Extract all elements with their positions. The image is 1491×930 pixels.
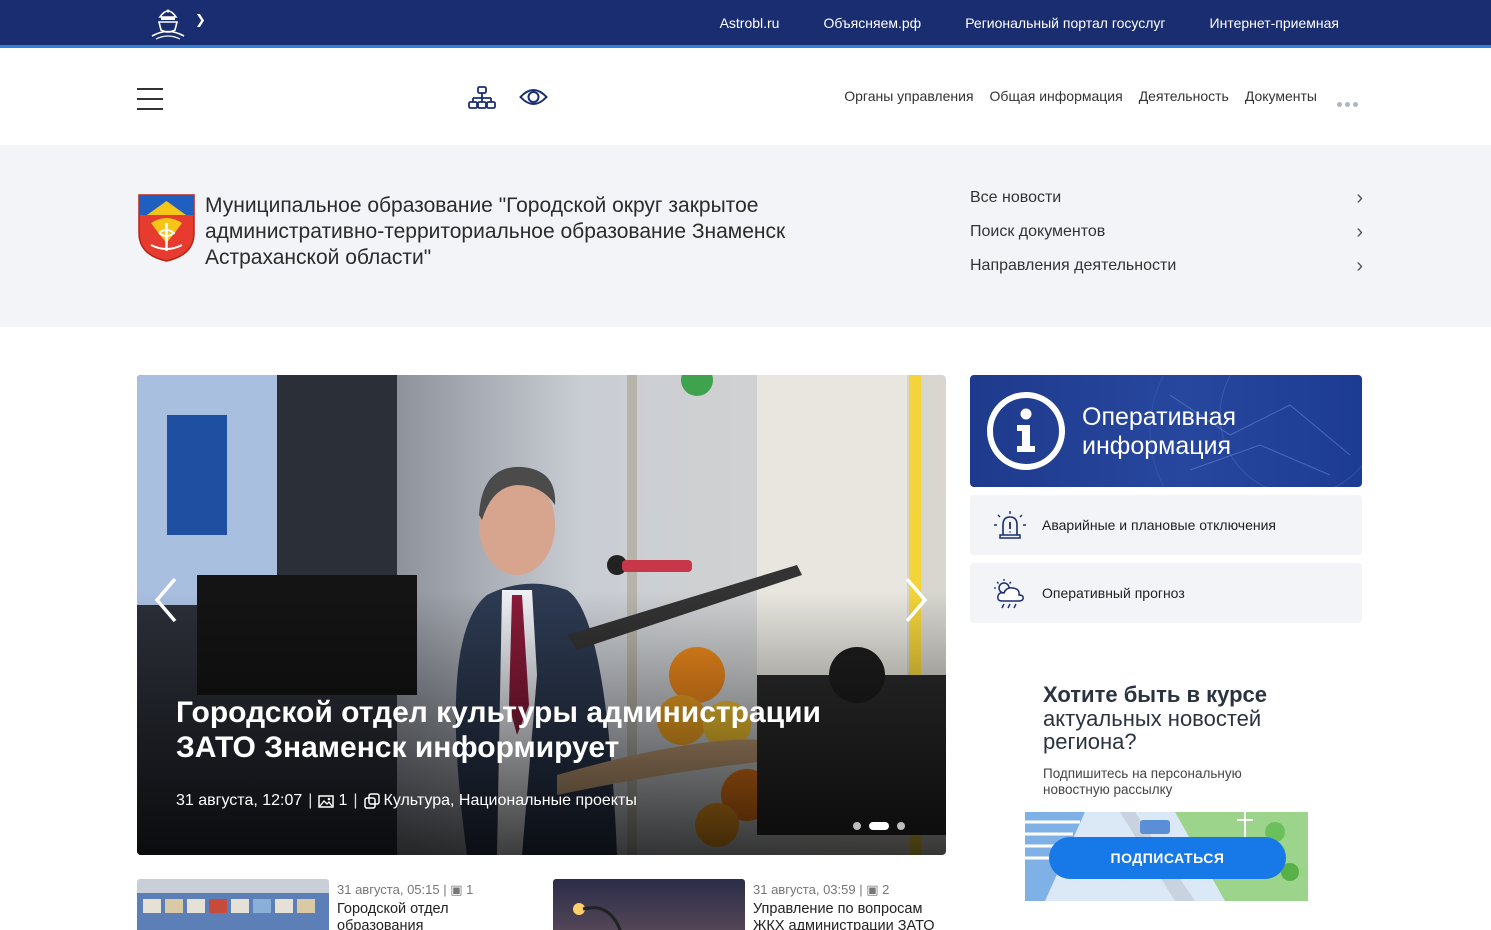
org-title: Муниципальное образование "Городской окр… — [205, 194, 786, 269]
sitemap-icon[interactable] — [468, 86, 496, 110]
top-link-gosuslugi[interactable]: Региональный портал госуслуг — [965, 15, 1165, 31]
news-title[interactable]: Городской отдел образования — [337, 901, 537, 930]
subscribe-button[interactable]: ПОДПИСАТЬСЯ — [1049, 837, 1286, 879]
quicklink-label: Направления деятельности — [970, 257, 1177, 274]
slider-dots — [853, 822, 905, 830]
main-nav: Органы управления Общая информация Деяте… — [844, 88, 1317, 104]
news-photo-count: 2 — [882, 882, 890, 897]
region-crest-icon[interactable] — [148, 3, 188, 43]
top-bar: ❯ Astrobl.ru Объясняем.рф Региональный п… — [0, 0, 1491, 48]
slide-tags[interactable]: Культура, Национальные проекты — [384, 792, 637, 810]
promo-heading-bold: Хотите быть в курсе — [1043, 682, 1267, 707]
nav-documents[interactable]: Документы — [1245, 88, 1317, 104]
meta-separator: | — [353, 792, 358, 809]
news-thumbnail — [137, 879, 329, 930]
photo-icon: ▣ — [866, 882, 879, 897]
operational-info-banner[interactable]: Оперативная информация — [970, 375, 1362, 487]
quick-links: Все новости › Поиск документов › Направл… — [970, 187, 1363, 291]
promo-heading: актуальных новостей региона? — [1043, 706, 1262, 754]
meta-separator: | — [308, 792, 313, 809]
news-item[interactable]: 31 августа, 05:15 | ▣ 1 Городской отдел … — [137, 879, 537, 930]
news-date: 31 августа, 05:15 — [337, 882, 440, 897]
slide-photo — [137, 375, 946, 855]
slide-photo-count: 1 — [338, 792, 348, 809]
quicklink-doc-search[interactable]: Поиск документов › — [970, 221, 1363, 257]
eye-icon[interactable] — [519, 86, 548, 108]
news-item[interactable]: 31 августа, 03:59 | ▣ 2 Управление по во… — [553, 879, 953, 930]
chevron-right-icon: › — [1356, 255, 1363, 277]
menu-burger-icon[interactable] — [137, 88, 163, 110]
tags-icon — [363, 793, 380, 809]
top-link-obyasnyaem[interactable]: Объясняем.рф — [823, 15, 921, 31]
promo-subtitle: Подпишитесь на персональную новостную ра… — [1043, 766, 1242, 797]
quicklink-directions[interactable]: Направления деятельности › — [970, 255, 1363, 291]
coat-of-arms-icon[interactable] — [137, 193, 196, 263]
card-outages-label: Аварийные и плановые отключения — [1042, 517, 1276, 533]
slide-meta: 31 августа, 12:07 | 1 | Культура, Национ… — [176, 792, 637, 810]
card-forecast-label: Оперативный прогноз — [1042, 585, 1185, 601]
chevron-right-icon: › — [1356, 187, 1363, 209]
news-slider[interactable]: Городской отдел культуры администрации З… — [137, 375, 946, 855]
nav-activity[interactable]: Деятельность — [1139, 88, 1229, 104]
news-photo-count: 1 — [466, 882, 474, 897]
news-thumbnail — [553, 879, 745, 930]
chevron-down-icon[interactable]: ❯ — [195, 12, 206, 28]
quicklink-label: Поиск документов — [970, 223, 1106, 240]
photo-icon — [318, 794, 335, 808]
nav-organs[interactable]: Органы управления — [844, 88, 973, 104]
quicklink-label: Все новости — [970, 189, 1062, 206]
card-outages[interactable]: Аварийные и плановые отключения — [970, 495, 1362, 555]
operational-info-title: Оперативная информация — [1082, 403, 1237, 460]
alarm-light-icon — [994, 511, 1026, 539]
top-links: Astrobl.ru Объясняем.рф Региональный пор… — [720, 0, 1339, 45]
news-meta: 31 августа, 05:15 | ▣ 1 — [337, 882, 473, 898]
info-icon — [987, 392, 1065, 470]
slide-title[interactable]: Городской отдел культуры администрации З… — [176, 695, 906, 765]
more-menu-icon[interactable] — [1337, 94, 1361, 107]
slider-dot[interactable] — [869, 822, 889, 830]
weather-icon — [994, 579, 1024, 609]
top-link-astrobl[interactable]: Astrobl.ru — [720, 15, 780, 31]
top-link-reception[interactable]: Интернет-приемная — [1210, 15, 1339, 31]
slider-prev-icon[interactable] — [151, 575, 181, 625]
news-meta: 31 августа, 03:59 | ▣ 2 — [753, 882, 889, 898]
chevron-right-icon: › — [1356, 221, 1363, 243]
org-banner: Муниципальное образование "Городской окр… — [0, 145, 1491, 327]
subscribe-promo: Хотите быть в курсе актуальных новостей … — [1025, 676, 1308, 901]
quicklink-all-news[interactable]: Все новости › — [970, 187, 1363, 223]
photo-icon: ▣ — [450, 882, 463, 897]
site-header: Органы управления Общая информация Деяте… — [0, 48, 1491, 145]
news-date: 31 августа, 03:59 — [753, 882, 856, 897]
slider-dot[interactable] — [897, 822, 905, 830]
slider-dot[interactable] — [853, 822, 861, 830]
slider-next-icon[interactable] — [901, 575, 931, 625]
card-forecast[interactable]: Оперативный прогноз — [970, 563, 1362, 623]
nav-general-info[interactable]: Общая информация — [990, 88, 1123, 104]
news-title[interactable]: Управление по вопросам ЖКХ администрации… — [753, 901, 953, 930]
slide-date: 31 августа, 12:07 — [176, 792, 303, 809]
